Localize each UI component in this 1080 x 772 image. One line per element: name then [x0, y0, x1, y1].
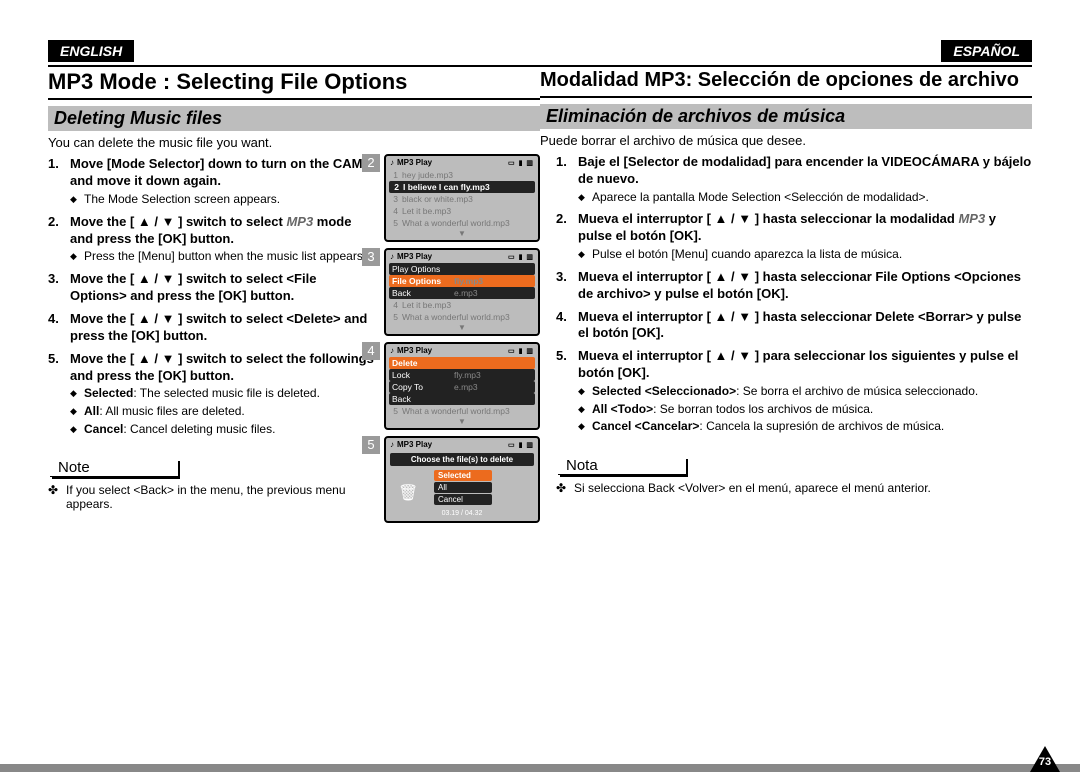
step-5-en: Move the [ ▲ / ▼ ] switch to select the …	[48, 351, 376, 438]
step-3-es: Mueva el interruptor [ ▲ / ▼ ] hasta sel…	[556, 269, 1032, 303]
subsection-title-english: Deleting Music files	[48, 106, 540, 131]
note-list-spanish: Si selecciona Back <Volver> en el menú, …	[556, 481, 1032, 495]
screen-title: MP3 Play	[397, 158, 432, 167]
list-item: 5What a wonderful world.mp3	[386, 217, 538, 229]
language-tab-spanish: ESPAÑOL	[941, 40, 1032, 62]
note-item: If you select <Back> in the menu, the pr…	[48, 483, 376, 511]
screen-step-2: 2 ♪MP3 Play ▭ ▮ ▥ 1hey jude.mp3 2I belie…	[384, 154, 540, 242]
screen-step-4: 4 ♪MP3 Play ▭ ▮ ▥ Delete Lockfly.mp3 Cop…	[384, 342, 540, 430]
note-heading-spanish: Nota	[558, 457, 686, 475]
option-selected: Selected	[434, 470, 492, 481]
step-1-es: Baje el [Selector de modalidad] para enc…	[556, 154, 1032, 205]
screen-title: MP3 Play	[397, 440, 432, 449]
menu-item: Copy Toe.mp3	[389, 381, 535, 393]
menu-item-selected: File Optionsfly.mp3	[389, 275, 535, 287]
menu-item: Lockfly.mp3	[389, 369, 535, 381]
list-item: 5What a wonderful world.mp3	[386, 311, 538, 323]
step-1-en: Move [Mode Selector] down to turn on the…	[48, 156, 376, 207]
subsection-title-spanish: Eliminación de archivos de música	[540, 104, 1032, 129]
sub-bullet: All: All music files are deleted.	[70, 404, 376, 420]
column-spanish: ESPAÑOL Modalidad MP3: Selección de opci…	[540, 40, 1032, 734]
menu-item: Back	[389, 393, 535, 405]
music-note-icon: ♪	[390, 346, 394, 355]
screen-step-5: 5 ♪MP3 Play ▭ ▮ ▥ Choose the file(s) to …	[384, 436, 540, 523]
step-5-es: Mueva el interruptor [ ▲ / ▼ ] para sele…	[556, 348, 1032, 435]
intro-spanish: Puede borrar el archivo de música que de…	[540, 133, 1032, 148]
step-badge: 2	[362, 154, 380, 172]
option-all: All	[434, 482, 492, 493]
status-icons: ▭ ▮ ▥	[508, 253, 534, 261]
music-note-icon: ♪	[390, 158, 394, 167]
page-title-english: MP3 Mode : Selecting File Options	[48, 65, 540, 100]
intro-english: You can delete the music file you want.	[48, 135, 540, 150]
sub-bullet: Press the [Menu] button when the music l…	[70, 249, 376, 265]
sub-bullet: Aparece la pantalla Mode Selection <Sele…	[578, 190, 1032, 206]
step-badge: 4	[362, 342, 380, 360]
sub-bullet: All <Todo>: Se borran todos los archivos…	[578, 402, 1032, 418]
manual-page: ENGLISH MP3 Mode : Selecting File Option…	[0, 0, 1080, 764]
menu-item: Play Options	[389, 263, 535, 275]
language-tab-english: ENGLISH	[48, 40, 134, 62]
status-icons: ▭ ▮ ▥	[508, 347, 534, 355]
step-badge: 3	[362, 248, 380, 266]
sub-bullet: Selected <Seleccionado>: Se borra el arc…	[578, 384, 1032, 400]
scroll-down-icon: ▼	[386, 229, 538, 240]
screen-title: MP3 Play	[397, 252, 432, 261]
status-icons: ▭ ▮ ▥	[508, 159, 534, 167]
music-note-icon: ♪	[390, 252, 394, 261]
scroll-down-icon: ▼	[386, 417, 538, 428]
option-cancel: Cancel	[434, 494, 492, 505]
sub-bullet: Selected: The selected music file is del…	[70, 386, 376, 402]
list-item: 3black or white.mp3	[386, 193, 538, 205]
step-4-es: Mueva el interruptor [ ▲ / ▼ ] hasta sel…	[556, 309, 1032, 343]
playback-time: 03.19 / 04.32	[386, 509, 538, 519]
screen-title: MP3 Play	[397, 346, 432, 355]
sub-bullet: Pulse el botón [Menu] cuando aparezca la…	[578, 247, 1032, 263]
page-number: 73	[1035, 756, 1055, 768]
step-badge: 5	[362, 436, 380, 454]
device-screenshots: 2 ♪MP3 Play ▭ ▮ ▥ 1hey jude.mp3 2I belie…	[384, 154, 540, 529]
list-item-selected: 2I believe I can fly.mp3	[389, 181, 535, 193]
menu-item: Backe.mp3	[389, 287, 535, 299]
menu-item-selected: Delete	[389, 357, 535, 369]
note-heading-english: Note	[50, 459, 178, 477]
note-item: Si selecciona Back <Volver> en el menú, …	[556, 481, 1032, 495]
step-4-en: Move the [ ▲ / ▼ ] switch to select <Del…	[48, 311, 376, 345]
page-title-spanish: Modalidad MP3: Selección de opciones de …	[540, 65, 1032, 98]
list-item: 1hey jude.mp3	[386, 169, 538, 181]
step-2-en: Move the [ ▲ / ▼ ] switch to select MP3 …	[48, 214, 376, 265]
sub-bullet: Cancel: Cancel deleting music files.	[70, 422, 376, 438]
music-note-icon: ♪	[390, 440, 394, 449]
sub-bullet: The Mode Selection screen appears.	[70, 192, 376, 208]
trash-icon: 🗑	[398, 483, 418, 503]
list-item: 4Let it be.mp3	[386, 299, 538, 311]
screen-step-3: 3 ♪MP3 Play ▭ ▮ ▥ Play Options File Opti…	[384, 248, 540, 336]
scroll-down-icon: ▼	[386, 323, 538, 334]
status-icons: ▭ ▮ ▥	[508, 441, 534, 449]
step-3-en: Move the [ ▲ / ▼ ] switch to select <Fil…	[48, 271, 376, 305]
delete-prompt: Choose the file(s) to delete	[390, 453, 534, 466]
step-2-es: Mueva el interruptor [ ▲ / ▼ ] hasta sel…	[556, 211, 1032, 262]
list-item: 4Let it be.mp3	[386, 205, 538, 217]
steps-spanish: Baje el [Selector de modalidad] para enc…	[556, 154, 1032, 435]
list-item: 5What a wonderful world.mp3	[386, 405, 538, 417]
steps-english: Move [Mode Selector] down to turn on the…	[48, 156, 376, 437]
note-list-english: If you select <Back> in the menu, the pr…	[48, 483, 376, 511]
sub-bullet: Cancel <Cancelar>: Cancela la supresión …	[578, 419, 1032, 435]
column-english: ENGLISH MP3 Mode : Selecting File Option…	[48, 40, 540, 734]
